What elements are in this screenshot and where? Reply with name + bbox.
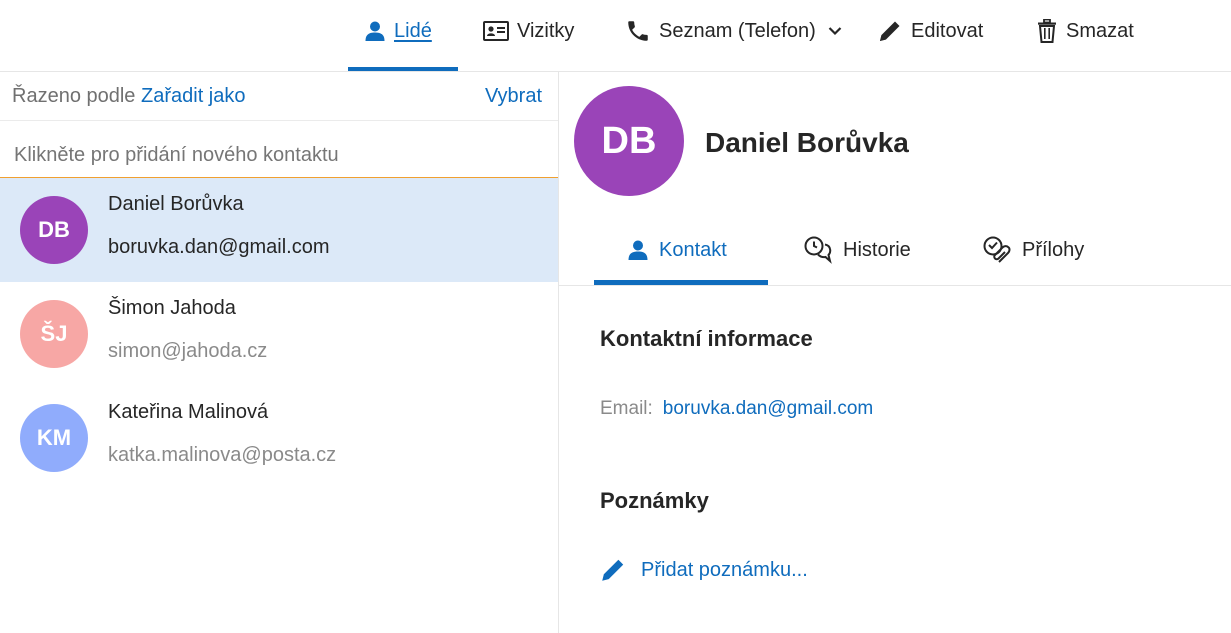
detail-name: Daniel Borůvka	[705, 127, 909, 158]
sort-by-link[interactable]: Zařadit jako	[141, 85, 246, 107]
chevron-down-icon	[828, 27, 842, 36]
tab-history[interactable]: Historie	[803, 234, 911, 266]
avatar: DB	[20, 196, 88, 264]
id-card-icon	[483, 21, 509, 41]
email-link[interactable]: boruvka.dan@gmail.com	[663, 398, 873, 419]
add-note-label: Přidat poznámku...	[641, 558, 808, 581]
edit-label: Editovat	[911, 19, 984, 42]
add-contact-placeholder: Klikněte pro přidání nového kontaktu	[14, 144, 339, 166]
tab-business-cards-label: Vizitky	[517, 19, 575, 42]
pencil-icon	[602, 559, 624, 581]
active-tab-indicator	[348, 67, 458, 71]
contact-email: simon@jahoda.cz	[108, 340, 268, 362]
contact-info-title: Kontaktní informace	[600, 326, 813, 351]
avatar: KM	[20, 404, 88, 472]
notes-title: Poznámky	[600, 488, 709, 513]
contact-item[interactable]: KM Kateřina Malinová katka.malinova@post…	[0, 386, 558, 490]
sort-label: Řazeno podle Zařadit jako	[12, 85, 246, 108]
email-label: Email:	[600, 398, 653, 419]
tab-people[interactable]: Lidé	[364, 0, 432, 62]
avatar: ŠJ	[20, 300, 88, 368]
add-contact-field[interactable]: Klikněte pro přidání nového kontaktu	[0, 121, 558, 179]
contact-name: Šimon Jahoda	[108, 297, 236, 319]
tab-people-label: Lidé	[394, 19, 432, 42]
detail-tabs: Kontakt Historie Přílohy	[559, 222, 1231, 286]
tab-contact[interactable]: Kontakt	[627, 234, 727, 266]
pencil-icon	[880, 21, 900, 41]
phone-icon	[628, 21, 648, 41]
contact-email: boruvka.dan@gmail.com	[108, 236, 330, 258]
sort-prefix: Řazeno podle	[12, 85, 136, 107]
contact-name: Daniel Borůvka	[108, 193, 244, 215]
delete-button[interactable]: Smazat	[1036, 0, 1134, 62]
chat-history-icon	[804, 236, 832, 264]
detail-avatar: DB	[574, 86, 684, 196]
contact-item[interactable]: ŠJ Šimon Jahoda simon@jahoda.cz	[0, 282, 558, 386]
person-icon	[628, 240, 648, 260]
tab-business-cards[interactable]: Vizitky	[483, 0, 574, 62]
attachment-icon	[983, 236, 1011, 263]
list-view-label: Seznam (Telefon)	[659, 19, 816, 42]
contact-item[interactable]: DB Daniel Borůvka boruvka.dan@gmail.com	[0, 178, 558, 282]
tab-attachments[interactable]: Přílohy	[982, 234, 1084, 266]
edit-button[interactable]: Editovat	[877, 0, 983, 62]
tab-history-label: Historie	[843, 238, 911, 261]
contact-list-pane: Řazeno podle Zařadit jako Vybrat Kliknět…	[0, 72, 559, 633]
trash-icon	[1038, 19, 1056, 43]
toolbar: Lidé Vizitky Seznam (Telefon) Editovat S…	[0, 0, 1231, 72]
add-note-button[interactable]: Přidat poznámku...	[599, 556, 808, 584]
active-tab-indicator	[594, 280, 768, 285]
email-row: Email: boruvka.dan@gmail.com	[600, 398, 873, 420]
tab-contact-label: Kontakt	[659, 238, 727, 261]
contact-detail-pane: DB Daniel Borůvka Kontakt Historie Přílo…	[559, 72, 1231, 633]
contact-name: Kateřina Malinová	[108, 401, 269, 423]
select-link[interactable]: Vybrat	[485, 85, 542, 108]
delete-label: Smazat	[1066, 19, 1134, 42]
sort-bar: Řazeno podle Zařadit jako Vybrat	[0, 72, 558, 121]
tab-attachments-label: Přílohy	[1022, 238, 1085, 261]
list-view-dropdown[interactable]: Seznam (Telefon)	[625, 0, 842, 62]
person-icon	[365, 21, 385, 41]
contact-email: katka.malinova@posta.cz	[108, 444, 337, 466]
